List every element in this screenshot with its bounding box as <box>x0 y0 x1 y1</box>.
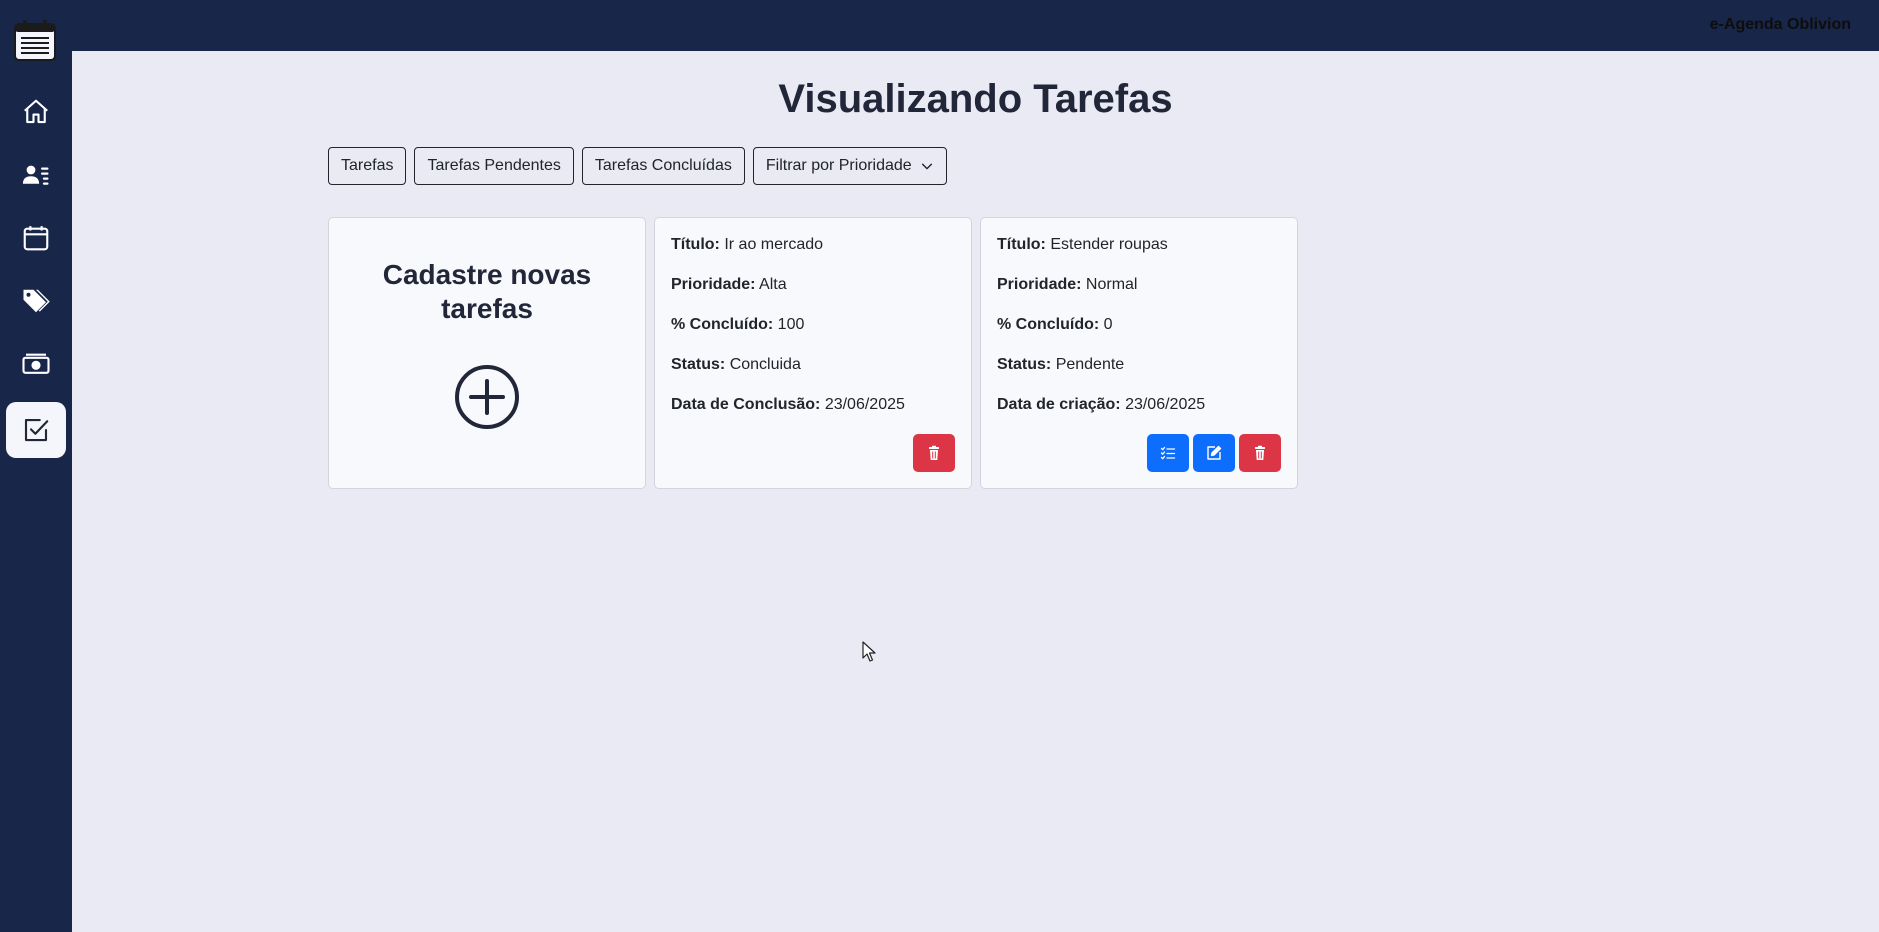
task-date-row: Data de Conclusão: 23/06/2025 <box>671 396 905 413</box>
subtasks-button[interactable] <box>1147 434 1189 472</box>
plus-circle-icon[interactable] <box>454 364 520 430</box>
task-actions <box>1147 434 1281 472</box>
new-task-title: Cadastre novas tarefas <box>382 259 592 324</box>
mouse-pointer-icon <box>862 641 876 662</box>
task-title-row: Título: Ir ao mercado <box>671 236 824 253</box>
pencil-square-icon <box>1207 445 1222 460</box>
task-actions <box>913 434 955 472</box>
trash-icon <box>1255 445 1265 460</box>
new-task-card[interactable]: Cadastre novas tarefas <box>328 217 646 489</box>
filter-bar: Tarefas Tarefas Pendentes Tarefas Conclu… <box>328 147 947 185</box>
sidebar <box>0 0 72 932</box>
chevron-down-icon <box>921 163 932 170</box>
task-status-row: Status: Concluida <box>671 356 801 373</box>
list-check-icon <box>1160 446 1176 460</box>
house-icon <box>24 99 48 124</box>
brand-name[interactable]: e-Agenda Oblivion <box>1710 16 1851 34</box>
task-priority-row: Prioridade: Normal <box>997 276 1138 293</box>
sidebar-item-expenses[interactable] <box>6 336 66 392</box>
filter-priority-dropdown[interactable]: Filtrar por Prioridade <box>752 147 947 185</box>
delete-task-button[interactable] <box>1239 434 1281 472</box>
sidebar-item-home[interactable] <box>6 84 66 140</box>
sidebar-item-tasks[interactable] <box>6 402 66 458</box>
task-status-row: Status: Pendente <box>997 356 1125 373</box>
sidebar-item-appointments[interactable] <box>6 210 66 266</box>
task-card: Título: Ir ao mercado Prioridade: Alta %… <box>654 217 972 489</box>
task-card: Título: Estender roupas Prioridade: Norm… <box>980 217 1298 489</box>
trash-icon <box>929 445 939 460</box>
sidebar-item-contacts[interactable] <box>6 147 66 203</box>
sidebar-item-categories[interactable] <box>6 273 66 329</box>
task-priority-row: Prioridade: Alta <box>671 276 787 293</box>
calendar-icon <box>23 226 49 251</box>
delete-task-button[interactable] <box>913 434 955 472</box>
filter-pending-button[interactable]: Tarefas Pendentes <box>414 147 574 185</box>
person-lines-icon <box>22 165 49 185</box>
tags-icon <box>23 289 50 313</box>
cash-icon <box>22 353 50 374</box>
main-content: Visualizando Tarefas Tarefas Tarefas Pen… <box>72 51 1879 932</box>
task-date-row: Data de criação: 23/06/2025 <box>997 396 1206 413</box>
task-percent-row: % Concluído: 0 <box>997 316 1113 333</box>
task-percent-row: % Concluído: 100 <box>671 316 805 333</box>
task-title-row: Título: Estender roupas <box>997 236 1168 253</box>
top-navbar: e-Agenda Oblivion <box>0 0 1879 51</box>
filter-done-button[interactable]: Tarefas Concluídas <box>581 147 745 185</box>
check-square-icon <box>24 418 49 442</box>
edit-task-button[interactable] <box>1193 434 1235 472</box>
page-title: Visualizando Tarefas <box>778 77 1173 121</box>
filter-all-button[interactable]: Tarefas <box>328 147 407 185</box>
agenda-logo-icon[interactable] <box>12 18 58 62</box>
filter-priority-label: Filtrar por Prioridade <box>765 157 912 174</box>
